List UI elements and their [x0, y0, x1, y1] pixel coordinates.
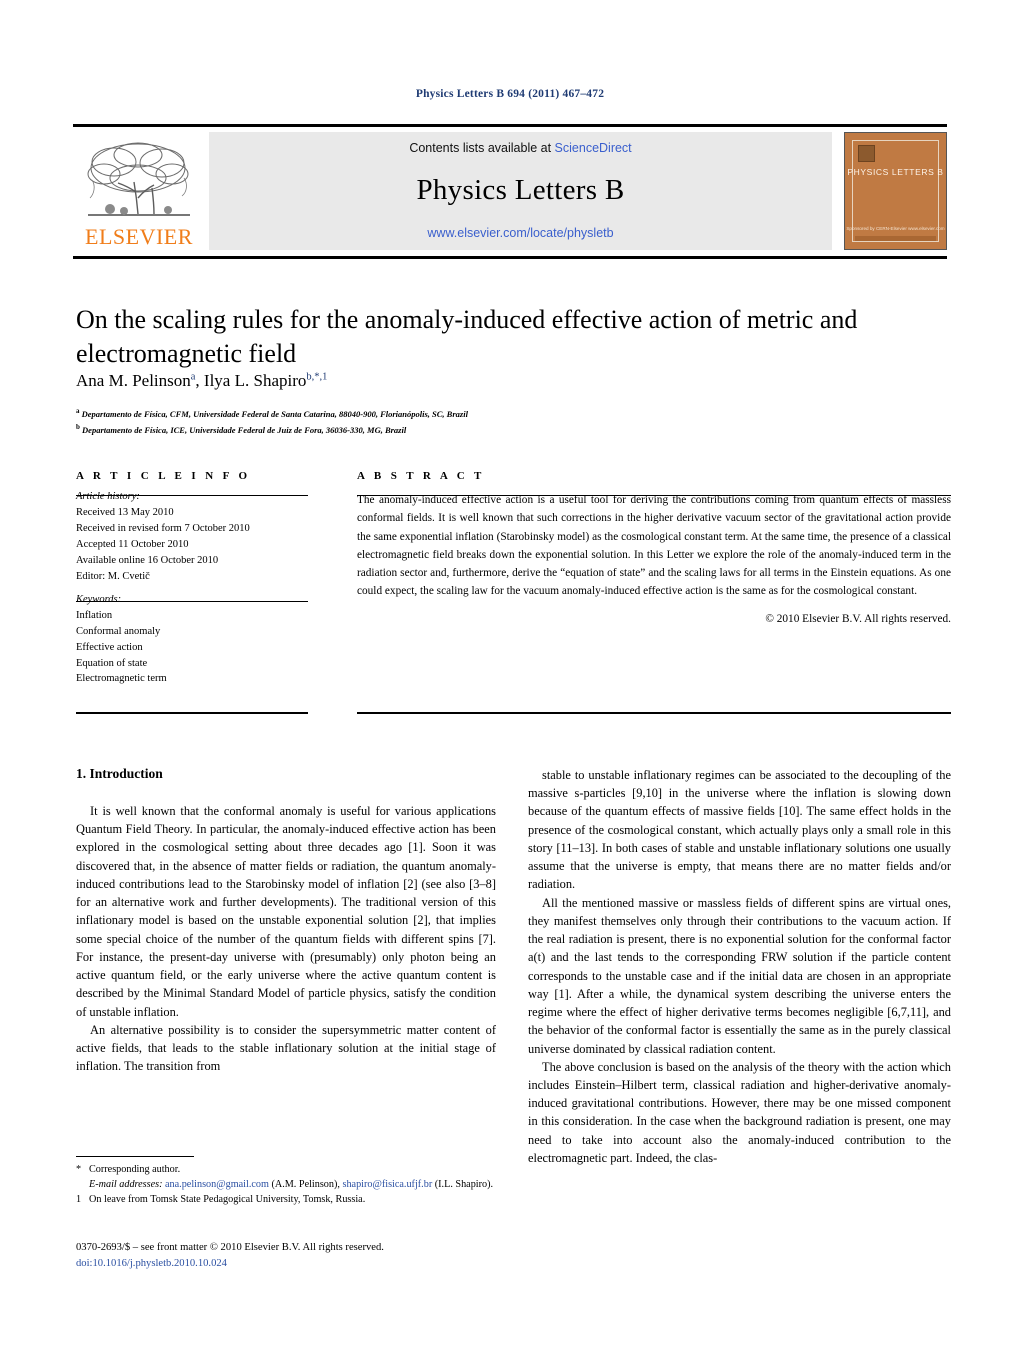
- section-heading-introduction: 1. Introduction: [76, 766, 163, 781]
- footnote-number-mark: 1: [76, 1194, 82, 1206]
- page-title: On the scaling rules for the anomaly-ind…: [76, 305, 858, 369]
- running-head: Physics Letters B 694 (2011) 467–472: [415, 88, 605, 100]
- abstract-block: A B S T R A C T The anomaly-induced effe…: [357, 470, 951, 625]
- body-column-left: 1. Introduction It is well known that th…: [76, 766, 496, 1076]
- keyword-item: Conformal anomaly: [76, 625, 161, 637]
- footnote-emails: E-mail addresses: ana.pelinson@gmail.com…: [76, 1177, 496, 1192]
- info-rule-bottom: [76, 712, 308, 714]
- affiliation-a-text: Departamento de Física, CFM, Universidad…: [81, 408, 468, 419]
- footnote-note-1: 1 On leave from Tomsk State Pedagogical U…: [76, 1192, 496, 1207]
- history-received: Received 13 May 2010: [76, 506, 174, 518]
- footnote-block: * Corresponding author. E-mail addresses:…: [76, 1156, 496, 1207]
- article-history-label: Article history:: [76, 491, 140, 502]
- article-history: Article history: Received 13 May 2010 Re…: [76, 489, 308, 585]
- cover-bottom-bar: [855, 236, 936, 241]
- history-editor: Editor: M. Cvetič: [76, 570, 150, 582]
- journal-masthead: ELSEVIER Contents lists available at Sci…: [73, 124, 947, 250]
- affil-b-mark: b: [76, 423, 80, 432]
- author-list: Ana M. Pelinsona, Ilya L. Shapirob,*,1: [76, 371, 328, 390]
- abstract-rule-bottom: [357, 712, 951, 714]
- cover-title: PHYSICS LETTERS B: [847, 167, 944, 177]
- paragraph: All the mentioned massive or massless fi…: [528, 895, 951, 1056]
- elsevier-logo: ELSEVIER: [73, 132, 205, 250]
- paragraph: An alternative possibility is to conside…: [76, 1022, 496, 1074]
- masthead-bottom-rule: [73, 256, 947, 259]
- journal-url-link[interactable]: www.elsevier.com/locate/physletb: [427, 226, 613, 240]
- affiliation-b: b Departamento de Física, ICE, Universid…: [76, 421, 951, 437]
- imprint-block: 0370-2693/$ – see front matter © 2010 El…: [76, 1240, 506, 1272]
- history-accepted: Accepted 11 October 2010: [76, 538, 189, 550]
- footnote-divider: [76, 1156, 194, 1157]
- author-name-2: Ilya L. Shapiro: [203, 371, 307, 390]
- contents-prefix: Contents lists available at: [409, 141, 555, 155]
- keyword-item: Equation of state: [76, 657, 148, 669]
- sciencedirect-link[interactable]: ScienceDirect: [555, 141, 632, 155]
- elsevier-wordmark: ELSEVIER: [85, 224, 193, 249]
- history-revised: Received in revised form 7 October 2010: [76, 522, 250, 534]
- keyword-item: Inflation: [76, 609, 113, 621]
- body-column-right: stable to unstable inflationary regimes …: [528, 766, 951, 1167]
- email-link-1[interactable]: ana.pelinson@gmail.com: [165, 1179, 269, 1190]
- footnote-asterisk-mark: *: [76, 1164, 82, 1175]
- paragraph: The above conclusion is based on the ana…: [528, 1059, 951, 1165]
- keywords-label: Keywords:: [76, 593, 122, 605]
- email-owner-2: (I.L. Shapiro).: [434, 1179, 494, 1191]
- affiliation-b-text: Departamento de Física, ICE, Universidad…: [82, 425, 407, 436]
- elsevier-tree-icon: [80, 138, 198, 226]
- affiliations: a Departamento de Física, CFM, Universid…: [76, 405, 951, 438]
- keyword-item: Electromagnetic term: [76, 673, 167, 685]
- paragraph: stable to unstable inflationary regimes …: [528, 768, 951, 892]
- journal-banner: Contents lists available at ScienceDirec…: [209, 132, 832, 250]
- paper-page: Physics Letters B 694 (2011) 467–472 ELS…: [0, 0, 1020, 1351]
- author-1-affil-mark: a: [190, 371, 196, 383]
- abstract-heading: A B S T R A C T: [357, 470, 485, 482]
- footnote-corresponding-author: * Corresponding author.: [76, 1162, 496, 1177]
- abstract-text: The anomaly-induced effective action is …: [357, 494, 951, 598]
- email-addresses-label: E-mail addresses:: [89, 1179, 163, 1191]
- keywords-list: Keywords: Inflation Conformal anomaly Ef…: [76, 592, 308, 688]
- footnote-corresponding-text: Corresponding author.: [89, 1164, 181, 1175]
- abstract-rule-top: [357, 495, 951, 496]
- email-link-2[interactable]: shapiro@fisica.ufjf.br: [342, 1179, 432, 1190]
- contents-line: Contents lists available at ScienceDirec…: [409, 141, 631, 155]
- paragraph: It is well known that the conformal anom…: [76, 804, 496, 1019]
- journal-cover-thumbnail: PHYSICS LETTERS B Sponsored by CERN-Else…: [844, 132, 947, 250]
- journal-title: Physics Letters B: [416, 174, 625, 206]
- cover-emblem-icon: [858, 145, 875, 162]
- article-info-block: A R T I C L E I N F O Article history: R…: [76, 470, 308, 687]
- article-info-heading: A R T I C L E I N F O: [76, 470, 251, 482]
- info-rule-top: [76, 495, 308, 496]
- author-2-affil-mark: b,*,1: [306, 371, 328, 383]
- cover-footer-text: Sponsored by CERN-Elsevier www.elsevier.…: [846, 226, 945, 232]
- issn-copyright-line: 0370-2693/$ – see front matter © 2010 El…: [76, 1242, 384, 1253]
- info-rule-mid: [76, 601, 308, 602]
- email-owner-1: (A.M. Pelinson),: [271, 1179, 340, 1191]
- history-online: Available online 16 October 2010: [76, 554, 219, 566]
- affil-a-mark: a: [76, 407, 80, 415]
- footnote-note-text: On leave from Tomsk State Pedagogical Un…: [89, 1194, 366, 1206]
- abstract-copyright: © 2010 Elsevier B.V. All rights reserved…: [765, 612, 951, 625]
- author-name-1: Ana M. Pelinson: [76, 371, 191, 390]
- doi-link[interactable]: doi:10.1016/j.physletb.2010.10.024: [76, 1256, 506, 1272]
- keyword-item: Effective action: [76, 641, 143, 653]
- affiliation-a: a Departamento de Física, CFM, Universid…: [76, 405, 951, 421]
